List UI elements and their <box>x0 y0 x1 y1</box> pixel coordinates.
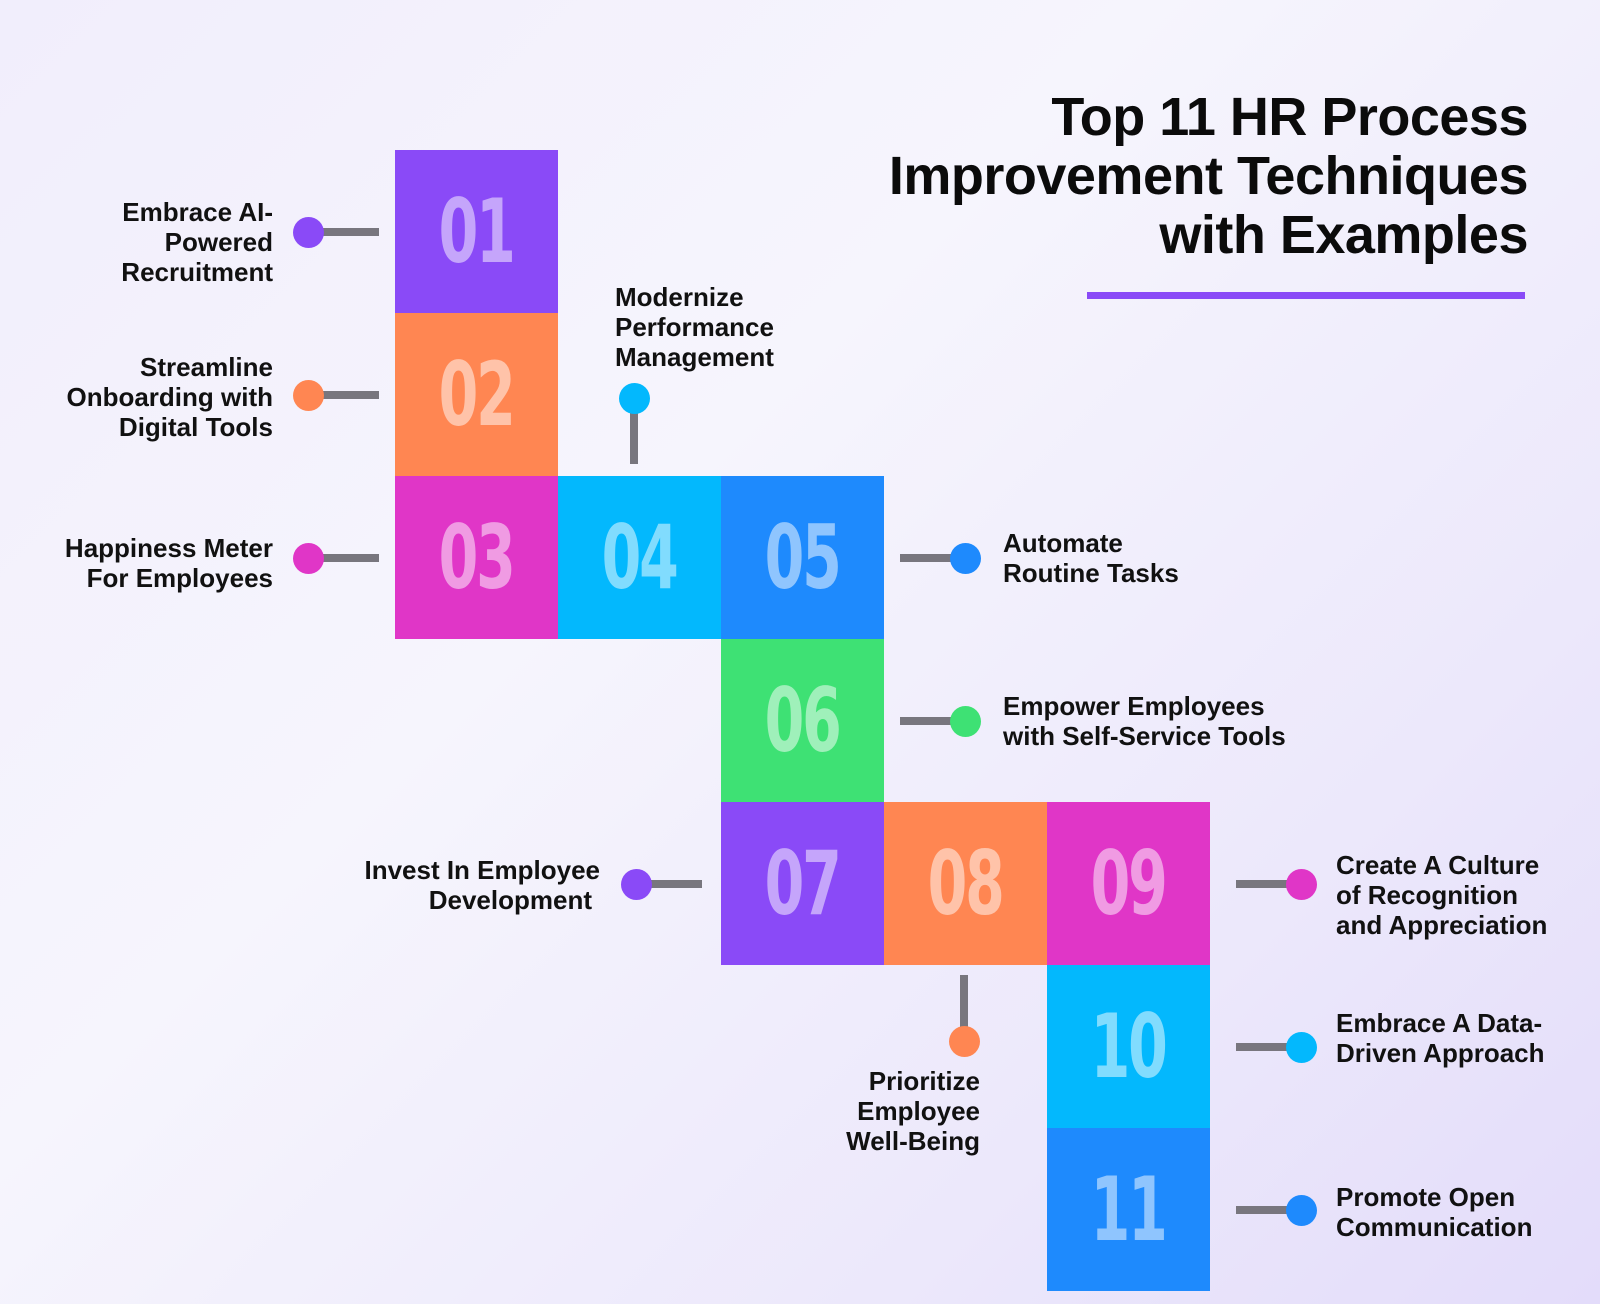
title-line: Top 11 HR Process <box>1051 87 1528 147</box>
label-line: and Appreciation <box>1336 910 1548 940</box>
step-number: 06 <box>764 669 842 772</box>
step-number: 11 <box>1090 1158 1168 1261</box>
title-underline <box>1087 292 1525 299</box>
label-line: Streamline <box>140 352 273 382</box>
label-line: Prioritize <box>868 1066 980 1096</box>
label-line: with Self-Service Tools <box>1003 721 1286 751</box>
label-line: Embrace A Data- <box>1336 1008 1543 1038</box>
step-label-02: Streamline Onboarding with Digital Tools <box>66 352 273 442</box>
label-line: Embrace AI- <box>122 197 273 227</box>
step-tile-04: 04 <box>558 476 721 639</box>
label-line: Driven Approach <box>1336 1038 1545 1068</box>
marker-dot-11 <box>1286 1195 1317 1226</box>
label-line: Management <box>615 342 774 372</box>
step-tile-02: 02 <box>395 313 558 476</box>
title-line: with Examples <box>1159 205 1528 265</box>
step-label-01: Embrace AI- Powered Recruitment <box>121 197 273 287</box>
marker-dot-06 <box>950 706 981 737</box>
step-label-11: Promote Open Communication <box>1336 1182 1532 1242</box>
label-line: Employee <box>857 1096 980 1126</box>
step-tile-10: 10 <box>1047 965 1210 1128</box>
marker-dot-02 <box>293 380 324 411</box>
label-line: Communication <box>1336 1212 1533 1242</box>
marker-dot-09 <box>1286 869 1317 900</box>
marker-dot-08 <box>949 1026 980 1057</box>
label-line: Routine Tasks <box>1003 558 1179 588</box>
label-line: Invest In Employee <box>364 855 600 885</box>
label-line: Powered <box>164 227 273 257</box>
label-line: Automate <box>1003 528 1123 558</box>
label-line: Create A Culture <box>1336 850 1540 880</box>
step-number: 04 <box>601 506 679 609</box>
label-line: Happiness Meter <box>64 533 273 563</box>
label-line: Promote Open <box>1336 1182 1516 1212</box>
page-title: Top 11 HR Process Improvement Techniques… <box>768 87 1529 265</box>
step-tile-11: 11 <box>1047 1128 1210 1291</box>
label-line: Modernize <box>615 282 744 312</box>
step-tile-06: 06 <box>721 639 884 802</box>
title-line: Improvement Techniques <box>888 146 1529 206</box>
step-number: 02 <box>438 343 516 446</box>
label-line: Onboarding with <box>66 382 273 412</box>
step-number: 03 <box>438 506 516 609</box>
step-label-03: Happiness Meter For Employees <box>65 533 273 593</box>
label-line: Empower Employees <box>1003 691 1265 721</box>
step-label-06: Empower Employees with Self-Service Tool… <box>1003 691 1286 751</box>
marker-dot-10 <box>1286 1032 1317 1063</box>
step-number: 09 <box>1090 832 1168 935</box>
step-label-04: Modernize Performance Management <box>615 282 774 372</box>
step-tile-05: 05 <box>721 476 884 639</box>
step-number: 05 <box>764 506 842 609</box>
step-tile-03: 03 <box>395 476 558 639</box>
step-number: 08 <box>927 832 1005 935</box>
label-line: of Recognition <box>1336 880 1518 910</box>
step-label-07: Invest In Employee Development <box>364 855 600 915</box>
step-tile-01: 01 <box>395 150 558 313</box>
step-number: 10 <box>1090 995 1168 1098</box>
label-line: Recruitment <box>121 257 273 287</box>
step-number: 07 <box>764 832 842 935</box>
step-label-08: Prioritize Employee Well-Being <box>846 1066 980 1156</box>
label-line: Digital Tools <box>118 412 273 442</box>
marker-dot-03 <box>293 543 324 574</box>
label-line: Performance <box>615 312 774 342</box>
step-tile-07: 07 <box>721 802 884 965</box>
step-label-10: Embrace A Data- Driven Approach <box>1336 1008 1545 1068</box>
step-label-09: Create A Culture of Recognition and Appr… <box>1336 850 1547 940</box>
label-line: Development <box>428 885 592 915</box>
label-line: Well-Being <box>846 1126 980 1156</box>
marker-dot-05 <box>950 543 981 574</box>
step-number: 01 <box>438 180 516 283</box>
marker-dot-04 <box>619 383 650 414</box>
marker-dot-07 <box>621 869 652 900</box>
label-line: For Employees <box>86 563 273 593</box>
step-tile-08: 08 <box>884 802 1047 965</box>
step-tile-09: 09 <box>1047 802 1210 965</box>
marker-dot-01 <box>293 217 324 248</box>
step-label-05: Automate Routine Tasks <box>1003 528 1179 588</box>
